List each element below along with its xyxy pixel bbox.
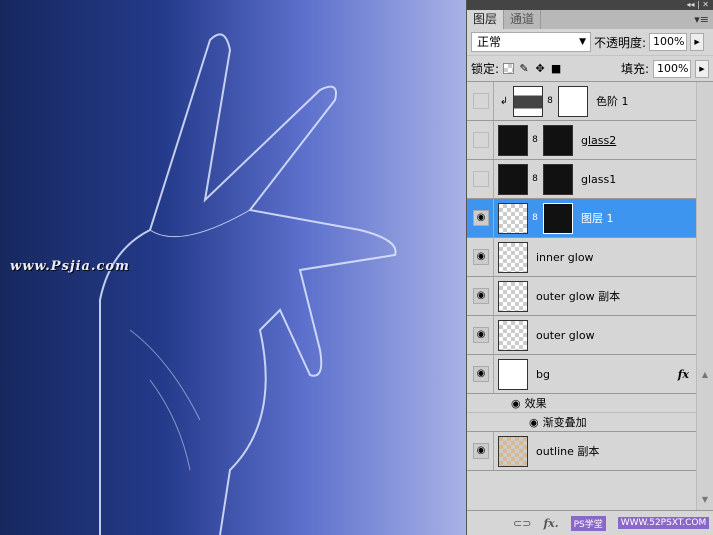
fill-slider-button[interactable]: ▶ [695,59,709,78]
layer-name: outline 副本 [536,445,600,458]
eye-icon[interactable]: ◉ [473,443,489,459]
effect-name: 渐变叠加 [542,416,587,429]
add-style-fx-icon[interactable]: fx. [543,517,558,530]
visibility-toggle[interactable] [473,171,489,187]
chevron-down-icon: ▼ [579,37,586,47]
lock-brush-icon[interactable]: ✎ [518,62,530,75]
layer-row[interactable]: ◉ outer glow 副本 [467,277,697,316]
layer-row[interactable]: ◉ inner glow [467,238,697,277]
eye-icon[interactable]: ◉ [473,327,489,343]
layer-row[interactable]: ◉ bg fx [467,355,697,394]
effects-row[interactable]: ◉ 效果 [467,394,697,413]
layer-name: inner glow [536,250,594,264]
watermark-site: WWW.52PSXT.COM [617,517,710,529]
eye-icon[interactable]: ◉ [473,210,489,226]
effect-row[interactable]: ◉ 渐变叠加 [467,413,697,432]
layer-row[interactable]: ◉ outer glow [467,316,697,355]
tab-channels[interactable]: 通道 [504,10,542,29]
layer-row-selected[interactable]: ◉ 8 图层 1 [467,199,697,238]
link-icon: 8 [532,135,538,145]
eye-icon[interactable]: ◉ [473,366,489,382]
watermark-text: www.Psjia.com [10,259,130,274]
effects-label: 效果 [524,397,547,410]
opacity-input[interactable]: 100% [649,33,688,51]
link-icon: 8 [547,96,553,106]
layer-thumbnail [498,358,528,390]
clip-arrow-icon: ↲ [499,95,509,107]
layer-row[interactable]: ↲ 8 色阶 1 [467,82,697,121]
mask-thumbnail [543,163,573,195]
lock-all-icon[interactable]: ■ [550,62,562,75]
tab-layers[interactable]: 图层 [467,10,505,29]
layer-thumbnail [498,241,528,273]
opacity-slider-button[interactable]: ▶ [690,33,705,51]
fill-label: 填充: [620,62,649,76]
link-icon: 8 [532,174,538,184]
layer-name: glass1 [581,172,617,186]
layer-row[interactable]: ◉ outline 副本 [467,432,697,471]
layers-scrollbar[interactable]: ▲ ▼ [696,82,713,510]
eye-icon[interactable]: ◉ [473,288,489,304]
watermark-ps-logo: PS学堂 [570,515,606,531]
layer-name: glass2 [581,133,617,147]
eye-icon[interactable]: ◉ [511,397,521,410]
eye-icon[interactable]: ◉ [529,416,539,429]
layer-thumbnail [498,319,528,351]
document-canvas[interactable]: www.Psjia.com [0,0,466,535]
layer-thumbnail [498,435,528,467]
layer-thumbnail [498,124,528,156]
visibility-toggle[interactable] [473,93,489,109]
blend-mode-value: 正常 [477,35,502,49]
layer-name: outer glow [536,328,595,342]
lock-label: 锁定: [471,62,500,76]
panel-menu-icon[interactable]: ▾≡ [694,10,709,29]
blend-mode-select[interactable]: 正常 ▼ [471,32,591,52]
mask-thumbnail [543,124,573,156]
fill-input[interactable]: 100% [653,59,691,78]
panel-collapse-controls[interactable]: ◂◂ | ✕ [467,0,713,10]
layer-thumbnail [498,163,528,195]
layer-thumbnail [498,202,528,234]
layer-row[interactable]: 8 glass1 [467,160,697,199]
layer-name: bg [536,367,550,381]
levels-thumbnail [513,85,543,117]
layer-row[interactable]: 8 glass2 [467,121,697,160]
visibility-toggle[interactable] [473,132,489,148]
link-icon: 8 [532,213,538,223]
mask-thumbnail [558,85,588,117]
layers-panel: ◂◂ | ✕ 图层 通道 ▾≡ 正常 ▼ 不透明度: 100% ▶ 锁定: ✎ ✥… [466,0,713,535]
eye-icon[interactable]: ◉ [473,249,489,265]
layer-name: outer glow 副本 [536,290,621,303]
fx-icon[interactable]: fx [678,368,689,381]
layer-name: 图层 1 [581,212,614,225]
mask-thumbnail [543,202,573,234]
layer-thumbnail [498,280,528,312]
link-layers-icon[interactable]: ⊂⊃ [513,517,531,530]
lock-move-icon[interactable]: ✥ [534,62,546,75]
layer-name: 色阶 1 [596,95,629,108]
lock-transparency-icon[interactable] [503,63,515,74]
opacity-label: 不透明度: [594,35,647,50]
